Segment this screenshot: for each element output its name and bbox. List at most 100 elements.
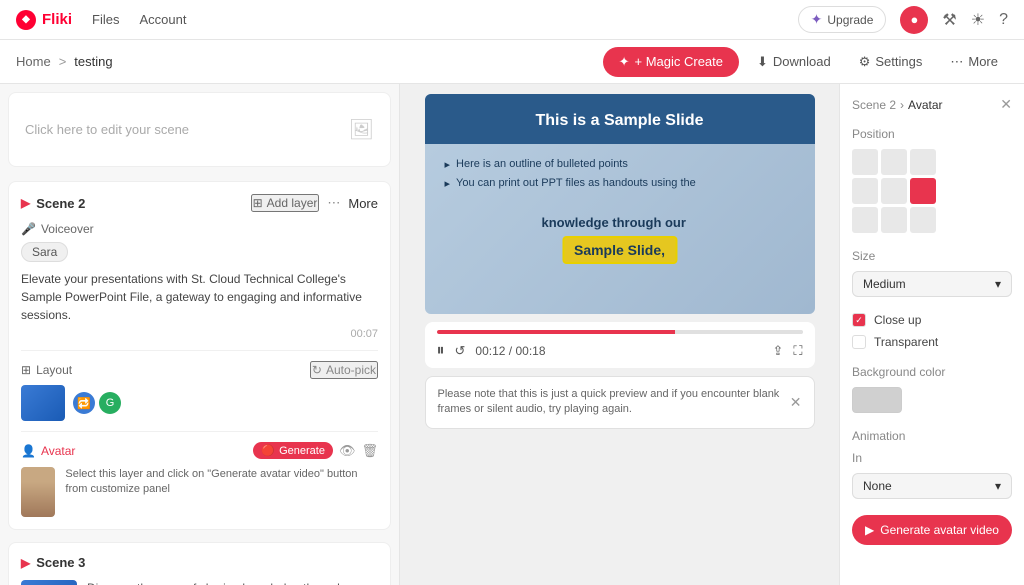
position-label: Position [852, 127, 1012, 141]
pos-cell-2[interactable] [910, 149, 936, 175]
nav-files[interactable]: Files [92, 12, 119, 27]
scene2-actions: ⊞ Add layer ⋯ More [251, 194, 378, 212]
close-right-panel-button[interactable]: ✕ [1000, 96, 1012, 113]
animation-in-label: In [852, 451, 1012, 465]
transparent-row: Transparent [852, 335, 1012, 349]
notification-close-button[interactable]: ✕ [790, 394, 802, 411]
pos-cell-0[interactable] [852, 149, 878, 175]
pos-cell-3[interactable] [852, 178, 878, 204]
closeup-checkbox[interactable]: ✓ [852, 313, 866, 327]
sara-voice-button[interactable]: Sara [21, 242, 68, 262]
pos-cell-6[interactable] [852, 207, 878, 233]
size-dropdown[interactable]: Medium ▾ [852, 271, 1012, 297]
animation-in-dropdown[interactable]: None ▾ [852, 473, 1012, 499]
layout-thumbnail[interactable] [21, 385, 65, 421]
slide-title-text: This is a Sample Slide [445, 112, 795, 130]
size-label: Size [852, 249, 1012, 263]
right-panel: Scene 2 › Avatar ✕ Position Size [839, 84, 1024, 585]
add-layer-label: Add layer [267, 196, 318, 210]
more-label: More [968, 54, 998, 69]
transparent-label: Transparent [874, 335, 938, 349]
time-total: 00:18 [515, 344, 545, 358]
scene3-card: ▶ Scene 3 Discover the ease of sharing k… [8, 542, 391, 585]
right-breadcrumb-avatar: Avatar [908, 98, 942, 112]
upgrade-button[interactable]: ✦ Upgrade [798, 6, 887, 33]
right-breadcrumb-scene: Scene 2 [852, 98, 896, 112]
pos-cell-4[interactable] [881, 178, 907, 204]
chevron-down-icon: ▾ [995, 277, 1001, 291]
pos-cell-5[interactable] [910, 178, 936, 204]
app-logo[interactable]: ◆ Fliki [16, 10, 72, 30]
scene2-header: ▶ Scene 2 ⊞ Add layer ⋯ More [21, 194, 378, 212]
auto-pick-icon: ↻ [312, 363, 322, 377]
scene2-more-button[interactable]: ⋯ [327, 195, 340, 211]
voiceover-text: Elevate your presentations with St. Clou… [21, 270, 378, 324]
record-icon-button[interactable]: ● [900, 6, 928, 34]
avatar-trash-icon[interactable]: 🗑 [361, 443, 378, 459]
tools-icon[interactable]: ⚒ [942, 10, 956, 30]
edit-scene-box[interactable]: Click here to edit your scene 🖼 [8, 92, 391, 167]
avatar-img-placeholder [21, 467, 55, 517]
pos-cell-7[interactable] [881, 207, 907, 233]
scene2-title-text: Scene 2 [36, 196, 85, 211]
generate-avatar-small-button[interactable]: 🔴 Generate [253, 442, 333, 459]
share-icon[interactable]: ⇪ [772, 343, 783, 359]
download-icon: ⬇ [757, 54, 768, 70]
download-button[interactable]: ⬇ Download [747, 48, 841, 76]
video-preview: This is a Sample Slide Here is an outlin… [425, 94, 815, 314]
more-dots-icon: ⋯ [950, 54, 963, 70]
fullscreen-icon[interactable]: ⛶ [793, 343, 802, 359]
avatar-eye-icon[interactable]: 👁 [339, 443, 356, 459]
logo-icon: ◆ [16, 10, 36, 30]
magic-create-button[interactable]: ✦ + Magic Create [603, 47, 739, 77]
add-layer-button[interactable]: ⊞ Add layer [251, 194, 320, 212]
avatar-action-icons: 🔴 Generate 👁 🗑 [253, 442, 378, 459]
magic-create-label: + Magic Create [634, 54, 723, 69]
generate-avatar-button[interactable]: ▶ Generate avatar video [852, 515, 1012, 545]
anim-chevron-icon: ▾ [995, 479, 1001, 493]
top-nav: ◆ Fliki Files Account ✦ Upgrade ● ⚒ ☀ ? [0, 0, 1024, 40]
size-value: Medium [863, 277, 906, 291]
progress-bar-container[interactable] [437, 330, 803, 334]
notification-text: Please note that this is just a quick pr… [438, 387, 782, 418]
brightness-icon[interactable]: ☀ [971, 10, 985, 30]
more-button[interactable]: ⋯ More [940, 48, 1008, 76]
left-panel: Click here to edit your scene 🖼 ▶ Scene … [0, 84, 400, 585]
video-controls: ⏸ ↺ 00:12 / 00:18 ⇪ ⛶ [425, 322, 815, 368]
transparent-checkbox[interactable] [852, 335, 866, 349]
image-placeholder-icon: 🖼 [349, 117, 374, 142]
pos-cell-8[interactable] [910, 207, 936, 233]
settings-button[interactable]: ⚙ Settings [849, 48, 933, 76]
help-icon[interactable]: ? [999, 11, 1008, 29]
breadcrumb-home[interactable]: Home [16, 54, 51, 69]
sara-badge-text: Sara [32, 245, 57, 259]
position-section: Position [852, 127, 1012, 233]
slide-body: Here is an outline of bulleted points Yo… [425, 144, 815, 210]
generate-icon: 🔴 [261, 444, 275, 457]
avatar-person-icon: 👤 [21, 444, 36, 458]
slide-preview: This is a Sample Slide Here is an outlin… [425, 94, 815, 314]
controls-row: ⏸ ↺ 00:12 / 00:18 ⇪ ⛶ [437, 342, 803, 360]
bg-color-swatch[interactable] [852, 387, 902, 413]
generate-label: Generate [279, 445, 325, 457]
avatar-header: 👤 Avatar 🔴 Generate 👁 🗑 [21, 442, 378, 459]
pos-cell-1[interactable] [881, 149, 907, 175]
nav-account[interactable]: Account [139, 12, 186, 27]
layout-icons: 🔁 G [73, 392, 121, 414]
voiceover-timestamp: 00:07 [21, 328, 378, 340]
pause-button[interactable]: ⏸ [437, 342, 445, 360]
avatar-label: 👤 Avatar [21, 444, 75, 458]
layout-icon-blue[interactable]: 🔁 [73, 392, 95, 414]
animation-in-value: None [863, 479, 892, 493]
avatar-desc-text: Select this layer and click on "Generate… [65, 467, 378, 498]
animation-label: Animation [852, 429, 1012, 443]
scene2-card: ▶ Scene 2 ⊞ Add layer ⋯ More 🎤 Voiceover [8, 181, 391, 530]
auto-pick-button[interactable]: ↻ Auto-pick [310, 361, 378, 379]
right-panel-header: Scene 2 › Avatar ✕ [852, 96, 1012, 113]
scene3-title: ▶ Scene 3 [21, 555, 85, 570]
breadcrumb-current: testing [74, 54, 112, 69]
scene2-play-icon: ▶ [21, 196, 30, 210]
layout-icon-green[interactable]: G [99, 392, 121, 414]
replay-button[interactable]: ↺ [455, 343, 466, 359]
settings-icon: ⚙ [859, 54, 871, 70]
